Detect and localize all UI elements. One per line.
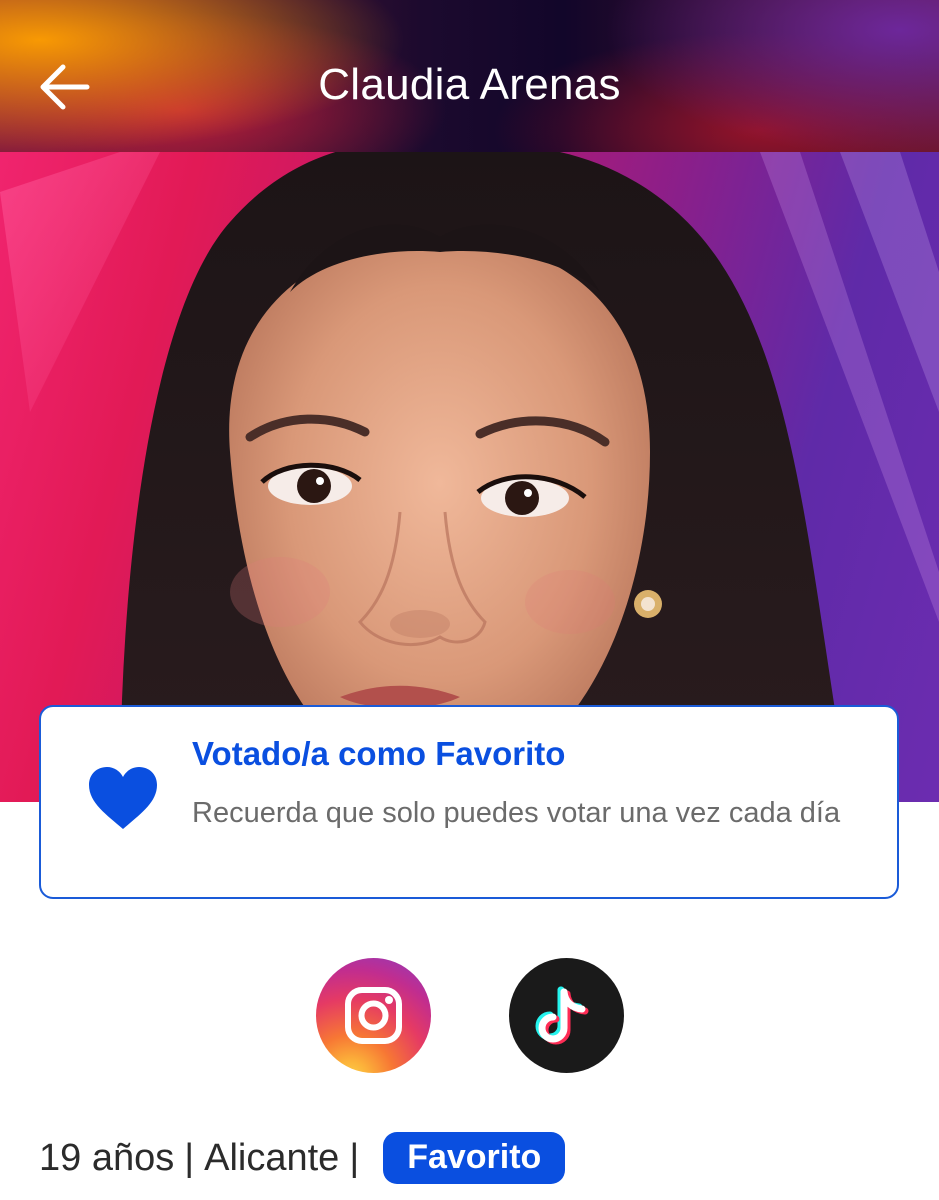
vote-status-title: Votado/a como Favorito bbox=[192, 735, 566, 772]
vote-status-subtitle: Recuerda que solo puedes votar una vez c… bbox=[192, 797, 841, 829]
info-separator: | bbox=[184, 1136, 195, 1179]
city-label: Alicante bbox=[204, 1136, 340, 1179]
tiktok-icon bbox=[535, 986, 589, 1045]
age-label: 19 años bbox=[39, 1136, 175, 1179]
contestant-profile-page: Claudia Arenas Votado/a como Favorito Re… bbox=[0, 0, 939, 1200]
heart-icon bbox=[89, 767, 157, 829]
page-title: Claudia Arenas bbox=[318, 60, 621, 109]
instagram-button[interactable] bbox=[316, 958, 431, 1073]
instagram-icon bbox=[345, 987, 402, 1044]
vote-status-card: Votado/a como Favorito Recuerda que solo… bbox=[39, 705, 899, 899]
contestant-info: 19 años | Alicante | Favorito bbox=[39, 1130, 566, 1186]
info-separator: | bbox=[349, 1136, 360, 1179]
tiktok-button[interactable] bbox=[509, 958, 624, 1073]
favorite-badge: Favorito bbox=[383, 1132, 566, 1184]
top-app-bar: Claudia Arenas bbox=[0, 0, 939, 152]
